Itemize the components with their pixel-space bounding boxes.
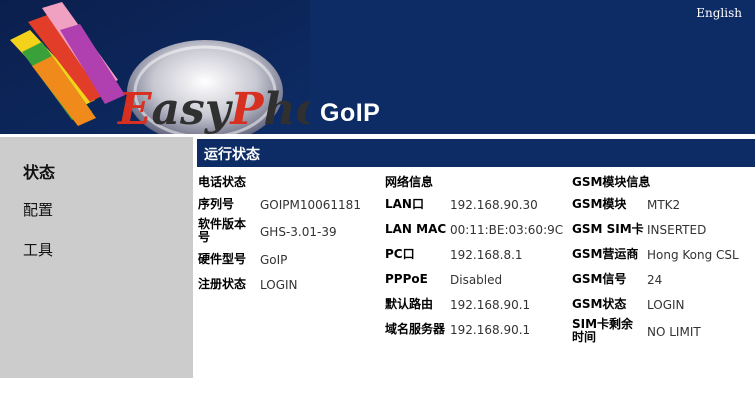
sidebar-item-tools[interactable]: 工具	[23, 239, 53, 260]
page-footer-space	[0, 378, 755, 400]
info-row: GSM模块 MTK2	[572, 198, 752, 223]
info-value: GOIPM10061181	[260, 198, 361, 212]
info-row: GSM信号 24	[572, 273, 752, 298]
info-row: LAN口 192.168.90.30	[385, 198, 575, 223]
info-value: INSERTED	[647, 223, 707, 237]
info-row: 注册状态 LOGIN	[198, 278, 388, 303]
info-label: 注册状态	[198, 277, 247, 291]
info-value: NO LIMIT	[647, 325, 701, 339]
info-label: GSM信号	[572, 272, 627, 286]
phone-status-heading: 电话状态	[198, 175, 247, 189]
info-label: 域名服务器	[385, 322, 446, 336]
svg-text:EasyPhone: EasyPhone	[116, 84, 310, 134]
info-value: LOGIN	[260, 278, 298, 292]
info-row: 默认路由 192.168.90.1	[385, 298, 575, 323]
info-label: 默认路由	[385, 297, 434, 311]
section-header: 运行状态	[197, 139, 755, 167]
sidebar-nav: 状态 配置 工具	[0, 137, 193, 378]
info-label: LAN口	[385, 197, 424, 211]
product-name: GoIP	[320, 99, 381, 127]
info-row: 域名服务器 192.168.90.1	[385, 323, 575, 348]
info-label: GSM模块	[572, 197, 627, 211]
info-label: 软件版本号	[198, 217, 247, 244]
info-value: 00:11:BE:03:60:9C	[450, 223, 564, 237]
info-label: PPPoE	[385, 272, 428, 286]
info-label: GSM状态	[572, 297, 627, 311]
info-label: GSM SIM卡	[572, 222, 644, 236]
info-row: 硬件型号 GoIP	[198, 253, 388, 278]
info-row: GSM营运商 Hong Kong CSL	[572, 248, 752, 273]
info-value: GHS-3.01-39	[260, 225, 337, 239]
info-label: GSM营运商	[572, 247, 639, 261]
logo-graphic-icon: EasyPhone	[0, 0, 310, 134]
gsm-info-heading: GSM模块信息	[572, 175, 651, 189]
info-value: 192.168.8.1	[450, 248, 523, 262]
info-label: 序列号	[198, 197, 235, 211]
info-row: GSM SIM卡 INSERTED	[572, 223, 752, 248]
info-value: MTK2	[647, 198, 681, 212]
info-value: 192.168.90.30	[450, 198, 538, 212]
english-language-link[interactable]: English	[696, 6, 742, 20]
section-title: 运行状态	[204, 147, 260, 163]
info-row: PPPoE Disabled	[385, 273, 575, 298]
info-row: LAN MAC 00:11:BE:03:60:9C	[385, 223, 575, 248]
info-value: Disabled	[450, 273, 503, 287]
info-label: PC口	[385, 247, 415, 261]
info-value: LOGIN	[647, 298, 685, 312]
network-info-heading: 网络信息	[385, 175, 434, 189]
info-label: 硬件型号	[198, 252, 247, 266]
info-value: Hong Kong CSL	[647, 248, 739, 262]
info-label: LAN MAC	[385, 222, 447, 236]
info-row: PC口 192.168.8.1	[385, 248, 575, 273]
header-banner: EasyPhone English GoIP	[0, 0, 755, 134]
info-row: 软件版本号 GHS-3.01-39	[198, 217, 388, 244]
info-row: SIM卡剩余时间 NO LIMIT	[572, 317, 752, 344]
info-value: 24	[647, 273, 663, 287]
info-value: GoIP	[260, 253, 288, 267]
info-value: 192.168.90.1	[450, 323, 531, 337]
info-label: SIM卡剩余时间	[572, 317, 634, 344]
info-value: 192.168.90.1	[450, 298, 531, 312]
easyphone-logo: EasyPhone	[0, 0, 310, 134]
sidebar-item-config[interactable]: 配置	[23, 199, 53, 220]
sidebar-item-status[interactable]: 状态	[23, 159, 55, 183]
